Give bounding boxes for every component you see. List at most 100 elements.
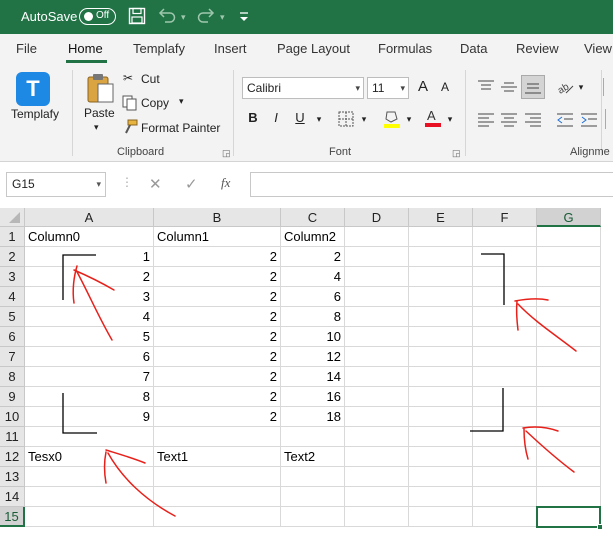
merge-center-icon[interactable] <box>605 109 613 129</box>
cell-d7[interactable] <box>345 347 409 367</box>
cell-g3[interactable] <box>537 267 601 287</box>
cell-c3[interactable]: 4 <box>281 267 345 287</box>
italic-button[interactable]: I <box>268 108 284 128</box>
cell-g13[interactable] <box>537 467 601 487</box>
cell-b7[interactable]: 2 <box>154 347 281 367</box>
cell-b14[interactable] <box>154 487 281 507</box>
cell-a14[interactable] <box>25 487 154 507</box>
cell-a9[interactable]: 8 <box>25 387 154 407</box>
row-header-12[interactable]: 12 <box>0 447 25 467</box>
row-header-3[interactable]: 3 <box>0 267 25 287</box>
column-header-f[interactable]: F <box>473 208 537 227</box>
column-header-c[interactable]: C <box>281 208 345 227</box>
cell-g7[interactable] <box>537 347 601 367</box>
cell-c5[interactable]: 8 <box>281 307 345 327</box>
cell-a1[interactable]: Column0 <box>25 227 154 247</box>
cell-c7[interactable]: 12 <box>281 347 345 367</box>
cell-f6[interactable] <box>473 327 537 347</box>
cancel-icon[interactable]: ✕ <box>149 175 162 193</box>
decrease-indent-icon[interactable] <box>556 112 574 133</box>
cell-d11[interactable] <box>345 427 409 447</box>
cell-f15[interactable] <box>473 507 537 527</box>
cell-c6[interactable]: 10 <box>281 327 345 347</box>
column-header-g[interactable]: G <box>537 208 601 227</box>
tab-page-layout[interactable]: Page Layout <box>277 41 350 56</box>
copy-dropdown-icon[interactable]: ▾ <box>179 96 184 107</box>
cell-g4[interactable] <box>537 287 601 307</box>
cell-e2[interactable] <box>409 247 473 267</box>
copy-icon[interactable] <box>122 95 138 116</box>
cell-e4[interactable] <box>409 287 473 307</box>
cell-d4[interactable] <box>345 287 409 307</box>
cell-e14[interactable] <box>409 487 473 507</box>
cell-e15[interactable] <box>409 507 473 527</box>
cell-b6[interactable]: 2 <box>154 327 281 347</box>
cell-c9[interactable]: 16 <box>281 387 345 407</box>
cell-c11[interactable] <box>281 427 345 447</box>
cell-g5[interactable] <box>537 307 601 327</box>
cell-f7[interactable] <box>473 347 537 367</box>
row-header-9[interactable]: 9 <box>0 387 25 407</box>
cell-a12[interactable]: Tesx0 <box>25 447 154 467</box>
tab-view[interactable]: View <box>584 41 612 56</box>
cell-d2[interactable] <box>345 247 409 267</box>
cell-g6[interactable] <box>537 327 601 347</box>
cell-d3[interactable] <box>345 267 409 287</box>
insert-function-button[interactable]: fx <box>221 175 230 191</box>
cell-f1[interactable] <box>473 227 537 247</box>
align-right-icon[interactable] <box>524 112 542 133</box>
format-painter-label[interactable]: Format Painter <box>141 121 220 135</box>
borders-icon[interactable] <box>338 111 354 132</box>
cell-d12[interactable] <box>345 447 409 467</box>
undo-icon[interactable] <box>157 7 177 27</box>
middle-align-icon[interactable] <box>500 79 518 100</box>
font-color-dropdown-icon[interactable]: ▾ <box>444 109 456 129</box>
name-box[interactable]: G15 ▾ <box>6 172 106 197</box>
paste-dropdown-icon[interactable]: ▾ <box>94 122 99 133</box>
templafy-button-label[interactable]: Templafy <box>11 107 59 121</box>
formula-input[interactable] <box>250 172 613 197</box>
cell-d10[interactable] <box>345 407 409 427</box>
tab-review[interactable]: Review <box>516 41 559 56</box>
cell-e13[interactable] <box>409 467 473 487</box>
font-name-select[interactable]: Calibri ▾ <box>242 77 364 99</box>
cell-g1[interactable] <box>537 227 601 247</box>
cell-f9[interactable] <box>473 387 537 407</box>
row-header-15[interactable]: 15 <box>0 507 25 527</box>
cell-f5[interactable] <box>473 307 537 327</box>
cell-g2[interactable] <box>537 247 601 267</box>
borders-dropdown-icon[interactable]: ▾ <box>358 109 370 129</box>
cell-a7[interactable]: 6 <box>25 347 154 367</box>
save-icon[interactable] <box>128 7 146 27</box>
cell-a8[interactable]: 7 <box>25 367 154 387</box>
redo-icon[interactable] <box>196 7 216 27</box>
tab-insert[interactable]: Insert <box>214 41 247 56</box>
orientation-dropdown-icon[interactable]: ▾ <box>575 77 587 97</box>
row-header-6[interactable]: 6 <box>0 327 25 347</box>
paste-icon[interactable] <box>85 72 115 109</box>
cell-d5[interactable] <box>345 307 409 327</box>
cell-a13[interactable] <box>25 467 154 487</box>
tab-templafy[interactable]: Templafy <box>133 41 185 56</box>
row-header-4[interactable]: 4 <box>0 287 25 307</box>
cell-d15[interactable] <box>345 507 409 527</box>
row-header-1[interactable]: 1 <box>0 227 25 247</box>
cell-f12[interactable] <box>473 447 537 467</box>
autosave-toggle[interactable]: Off <box>79 8 116 25</box>
row-header-14[interactable]: 14 <box>0 487 25 507</box>
cell-e7[interactable] <box>409 347 473 367</box>
cell-d1[interactable] <box>345 227 409 247</box>
font-launcher-icon[interactable]: ◲ <box>452 148 461 159</box>
column-header-e[interactable]: E <box>409 208 473 227</box>
cell-c13[interactable] <box>281 467 345 487</box>
cell-c14[interactable] <box>281 487 345 507</box>
cell-c1[interactable]: Column2 <box>281 227 345 247</box>
cell-b5[interactable]: 2 <box>154 307 281 327</box>
row-header-5[interactable]: 5 <box>0 307 25 327</box>
cell-d6[interactable] <box>345 327 409 347</box>
cell-a6[interactable]: 5 <box>25 327 154 347</box>
cell-b2[interactable]: 2 <box>154 247 281 267</box>
fill-handle[interactable] <box>597 524 603 530</box>
cell-f8[interactable] <box>473 367 537 387</box>
cell-f14[interactable] <box>473 487 537 507</box>
